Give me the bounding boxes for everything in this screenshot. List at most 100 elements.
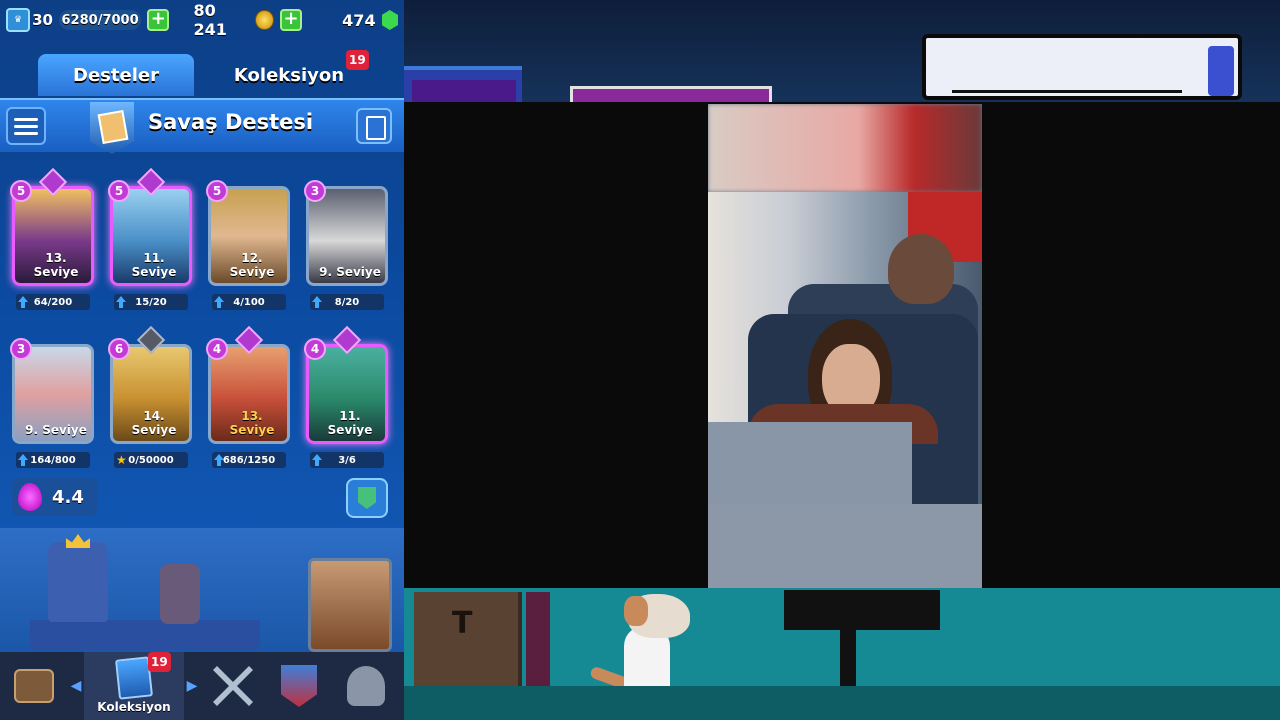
card-progress: 15/20 — [114, 294, 188, 310]
card-progress: 4/100 — [212, 294, 286, 310]
card-level: 13. Seviye — [33, 251, 79, 279]
pixel-window — [404, 66, 522, 102]
card-elixir-cost: 5 — [10, 180, 32, 202]
card-elixir-cost: 4 — [304, 338, 326, 360]
card-elixir-cost: 5 — [108, 180, 130, 202]
card-progress: 3/6 — [310, 452, 384, 468]
card-progress-text: 64/200 — [33, 296, 73, 308]
pixel-shelf — [570, 86, 772, 102]
speech-bubble — [922, 34, 1242, 100]
nav-battle[interactable] — [200, 652, 266, 720]
card-progress: 686/1250 — [212, 452, 286, 468]
card-progress-text: 164/800 — [30, 454, 76, 466]
copy-deck-icon[interactable] — [356, 108, 392, 144]
elixir-drop-icon — [18, 483, 42, 511]
upgrade-arrow-icon — [18, 296, 28, 308]
bottom-navigation: ◀ Koleksiyon 19 ▶ — [0, 652, 404, 720]
card-elixir-cost: 4 — [206, 338, 228, 360]
upgrade-arrow-icon — [312, 296, 322, 308]
deck-icon — [90, 102, 134, 154]
upgrade-arrow-icon — [214, 296, 224, 308]
game-panel: ♛ 30 6280/7000 + 80 241 + 474 Desteler K… — [0, 0, 404, 720]
gem-amount: 474 — [342, 10, 376, 30]
card-level: 11. Seviye — [131, 251, 177, 279]
tab-collection[interactable]: Koleksiyon — [214, 54, 364, 96]
nav-collection[interactable]: Koleksiyon 19 — [84, 652, 184, 720]
king-level: 30 — [32, 11, 53, 29]
upgrade-arrow-icon — [18, 454, 28, 466]
seat-front — [708, 504, 982, 588]
deck-header: Savaş Destesi — [0, 98, 404, 154]
nav-left-arrow-icon[interactable]: ◀ — [68, 652, 84, 720]
xp-progress[interactable]: 6280/7000 — [58, 10, 142, 30]
pixel-floor — [404, 686, 1280, 720]
clan-shield-icon — [281, 665, 317, 707]
king-tower-base — [30, 620, 260, 650]
nav-events[interactable] — [332, 652, 400, 720]
events-icon — [347, 666, 385, 706]
shield-level-icon: ♛ — [6, 8, 31, 32]
video-clip — [708, 104, 982, 588]
princess-character — [160, 564, 200, 624]
card-progress-text: 0/50000 — [128, 454, 174, 466]
average-elixir: 4.4 — [12, 478, 98, 516]
card-progress-text: 4/100 — [233, 296, 265, 308]
collection-notification-badge: 19 — [346, 50, 369, 70]
passenger-back-head — [888, 234, 954, 304]
video-blurred-top — [708, 104, 982, 192]
star-icon: ★ — [116, 453, 127, 467]
upgrade-arrow-icon — [312, 454, 322, 466]
nav-collection-badge: 19 — [148, 652, 171, 672]
pixel-door — [414, 592, 522, 688]
card-level: 11. Seviye — [327, 409, 373, 437]
menu-icon[interactable] — [6, 107, 46, 145]
card-level: 9. Seviye — [25, 423, 87, 437]
deck-tabs: Desteler Koleksiyon — [0, 50, 404, 98]
card-level: 13. Seviye — [229, 409, 275, 437]
average-elixir-value: 4.4 — [52, 486, 84, 508]
shop-chest-icon — [14, 669, 54, 703]
battle-swords-icon — [213, 666, 253, 706]
card-level: 12. Seviye — [229, 251, 275, 279]
stream-overlay — [404, 0, 1280, 720]
card-progress: ★ 0/50000 — [114, 452, 188, 468]
nav-collection-label: Koleksiyon — [97, 700, 171, 714]
card-progress: 8/20 — [310, 294, 384, 310]
buy-xp-plus-icon[interactable]: + — [147, 9, 170, 31]
screen: ♛ 30 6280/7000 + 80 241 + 474 Desteler K… — [0, 0, 1280, 720]
card-elixir-cost: 5 — [206, 180, 228, 202]
buy-gold-plus-icon[interactable]: + — [279, 9, 303, 31]
arena-preview — [0, 528, 404, 652]
nav-right-arrow-icon[interactable]: ▶ — [184, 652, 200, 720]
seat-tray — [708, 422, 912, 506]
nav-clan[interactable] — [266, 652, 332, 720]
card-elixir-cost: 3 — [10, 338, 32, 360]
upgrade-arrow-icon — [116, 296, 126, 308]
tab-decks[interactable]: Desteler — [38, 54, 194, 96]
pixel-door-frame — [526, 592, 550, 688]
king-character — [48, 542, 108, 622]
card-progress-text: 8/20 — [334, 296, 360, 308]
card-level: 14. Seviye — [131, 409, 177, 437]
tower-troop-card[interactable] — [308, 558, 392, 652]
deck-title[interactable]: Savaş Destesi — [148, 110, 313, 134]
resource-bar: ♛ 30 6280/7000 + 80 241 + 474 — [0, 0, 404, 40]
card-progress: 64/200 — [16, 294, 90, 310]
card-progress-text: 686/1250 — [222, 454, 276, 466]
overlay-top-scene — [404, 0, 1280, 102]
card-grid: 5 13. Seviye 64/200 5 11. Seviye 15/20 5… — [0, 158, 404, 476]
card-progress: 164/800 — [16, 452, 90, 468]
nav-shop[interactable] — [0, 652, 68, 720]
card-progress-text: 3/6 — [338, 454, 356, 466]
tower-icon[interactable] — [346, 478, 388, 518]
gold-coin-icon — [255, 10, 274, 30]
dog-ear — [624, 596, 648, 626]
chair-seat — [784, 590, 940, 630]
gold-amount: 80 241 — [193, 1, 227, 39]
card-elixir-cost: 6 — [108, 338, 130, 360]
card-elixir-cost: 3 — [304, 180, 326, 202]
card-level: 9. Seviye — [319, 265, 381, 279]
overlay-bottom-scene — [404, 588, 1280, 720]
card-progress-text: 15/20 — [135, 296, 167, 308]
gem-icon — [381, 10, 399, 30]
